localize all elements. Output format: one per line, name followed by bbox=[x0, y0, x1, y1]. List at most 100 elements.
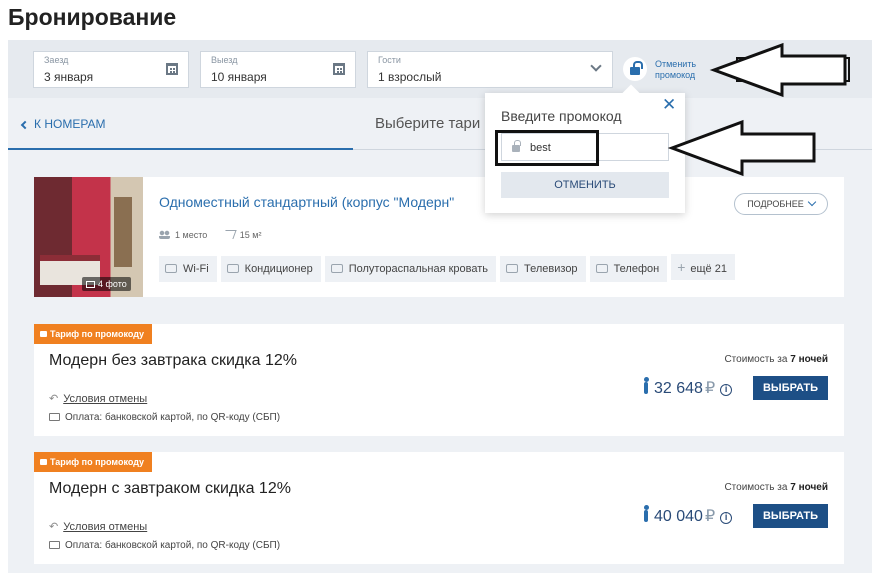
phone-icon bbox=[595, 264, 608, 273]
price: 40 040 ₽ i bbox=[643, 505, 733, 526]
payment-label: Оплата: банковской картой, по QR-коду (С… bbox=[65, 540, 281, 551]
wallet-icon bbox=[49, 413, 60, 421]
person-icon bbox=[643, 377, 649, 394]
badge-label: Тариф по промокоду bbox=[50, 329, 145, 339]
cost-label: Стоимость за 7 ночей bbox=[724, 354, 828, 365]
payment-info: Оплата: банковской картой, по QR-коду (С… bbox=[49, 540, 280, 551]
cancel-conditions-label: Условия отмены bbox=[63, 521, 148, 533]
tariff-name: Модерн без завтрака скидка 12% bbox=[49, 352, 297, 369]
room-photo[interactable]: 4 фото bbox=[34, 177, 143, 297]
promo-tariff-badge: Тариф по промокоду bbox=[34, 324, 153, 344]
air-conditioner-icon bbox=[226, 264, 239, 273]
cost-prefix: Стоимость за bbox=[724, 354, 788, 365]
select-button[interactable]: ВЫБРАТЬ bbox=[753, 504, 828, 528]
payment-info: Оплата: банковской картой, по QR-коду (С… bbox=[49, 412, 280, 423]
checkout-field[interactable]: Выезд 10 января bbox=[200, 51, 356, 88]
amenity-label: Телефон bbox=[613, 263, 660, 275]
tariff-name: Модерн с завтраком скидка 12% bbox=[49, 480, 291, 497]
tv-icon bbox=[506, 264, 519, 273]
badge-label: Тариф по промокоду bbox=[50, 457, 145, 467]
calendar-icon[interactable] bbox=[166, 63, 178, 75]
cost-label: Стоимость за 7 ночей bbox=[724, 482, 828, 493]
nights-count: 7 ночей bbox=[790, 482, 828, 493]
lock-icon bbox=[40, 459, 47, 465]
checkin-field[interactable]: Заезд 3 января bbox=[33, 51, 189, 88]
amenity-phone: Телефон bbox=[589, 256, 668, 282]
wallet-icon bbox=[49, 541, 60, 549]
room-capacity: 1 место bbox=[159, 230, 207, 240]
bed-icon bbox=[330, 264, 343, 273]
amenity-bed: Полутораспальная кровать bbox=[324, 256, 497, 282]
plus-icon: + bbox=[677, 259, 686, 275]
user-icon[interactable] bbox=[793, 62, 805, 74]
room-card: 4 фото Одноместный стандартный (корпус "… bbox=[34, 177, 844, 297]
tabs-row: К НОМЕРАМ Выберите тари bbox=[8, 98, 872, 150]
amenity-label: Полутораспальная кровать bbox=[348, 263, 489, 275]
amenity-label: Wi-Fi bbox=[183, 263, 209, 275]
page-title: Бронирование bbox=[8, 4, 177, 30]
price-value: 32 648 bbox=[654, 380, 703, 397]
photo-count-label: 4 фото bbox=[98, 279, 127, 289]
payment-label: Оплата: банковской картой, по QR-коду (С… bbox=[65, 412, 281, 423]
promo-lock-button[interactable] bbox=[623, 57, 647, 81]
cancel-promo-link[interactable]: Отменить промокод bbox=[655, 59, 715, 81]
nights-count: 7 ночей bbox=[790, 354, 828, 365]
calendar-icon[interactable] bbox=[333, 63, 345, 75]
image-icon bbox=[86, 281, 95, 288]
undo-icon: ↶ bbox=[49, 393, 59, 405]
checkin-label: Заезд bbox=[44, 55, 69, 65]
wifi-icon bbox=[165, 264, 177, 273]
room-name-link[interactable]: Одноместный стандартный (корпус "Модерн" bbox=[159, 194, 454, 210]
amenity-ac: Кондиционер bbox=[220, 256, 321, 282]
promo-input-highlight-box bbox=[495, 130, 599, 166]
guests-label: Гости bbox=[378, 55, 401, 65]
amenity-label: Кондиционер bbox=[244, 263, 313, 275]
info-icon[interactable]: i bbox=[720, 384, 733, 396]
details-button[interactable]: ПОДРОБНЕЕ bbox=[734, 193, 828, 215]
promo-tariff-badge: Тариф по промокоду bbox=[34, 452, 153, 472]
lock-icon bbox=[40, 331, 47, 337]
area-icon bbox=[222, 230, 237, 239]
tariff-card: Тариф по промокоду Модерн с завтраком ск… bbox=[34, 452, 844, 564]
cancel-conditions-link[interactable]: ↶ Условия отмены bbox=[49, 520, 147, 533]
price: 32 648 ₽ i bbox=[643, 377, 733, 398]
amenity-label: ещё 21 bbox=[690, 263, 727, 275]
cancel-conditions-label: Условия отмены bbox=[63, 393, 148, 405]
active-tab-underline bbox=[8, 148, 353, 150]
promo-cancel-button[interactable]: ОТМЕНИТЬ bbox=[501, 172, 669, 198]
person-icon bbox=[643, 505, 649, 522]
chevron-down-icon[interactable] bbox=[590, 60, 602, 72]
unlock-icon bbox=[630, 61, 643, 75]
amenity-tv: Телевизор bbox=[500, 256, 586, 282]
tariff-card: Тариф по промокоду Модерн без завтрака с… bbox=[34, 324, 844, 436]
login-button[interactable]: Войти bbox=[816, 64, 844, 75]
amenity-wifi: Wi-Fi bbox=[159, 256, 217, 282]
amenity-more[interactable]: + ещё 21 bbox=[671, 254, 735, 280]
room-area: 15 м² bbox=[222, 230, 262, 240]
chevron-left-icon bbox=[20, 120, 30, 130]
area-label: 15 м² bbox=[239, 230, 262, 240]
guests-value: 1 взрослый bbox=[378, 70, 442, 84]
photo-count-badge[interactable]: 4 фото bbox=[82, 277, 131, 291]
guests-select[interactable]: Гости 1 взрослый bbox=[367, 51, 613, 88]
people-icon bbox=[159, 230, 170, 239]
chevron-down-icon bbox=[807, 197, 817, 207]
info-icon[interactable]: i bbox=[720, 512, 733, 524]
back-to-rooms-link[interactable]: К НОМЕРАМ bbox=[20, 117, 106, 131]
currency-symbol: ₽ bbox=[704, 380, 716, 397]
cancel-conditions-link[interactable]: ↶ Условия отмены bbox=[49, 392, 147, 405]
booking-panel: Заезд 3 января Выезд 10 января Гости 1 в… bbox=[8, 40, 872, 573]
close-icon[interactable]: ✕ bbox=[662, 95, 676, 115]
currency-symbol: ₽ bbox=[704, 508, 716, 525]
checkout-value: 10 января bbox=[211, 70, 267, 84]
select-button[interactable]: ВЫБРАТЬ bbox=[753, 376, 828, 400]
back-link-label: К НОМЕРАМ bbox=[34, 117, 106, 131]
checkout-label: Выезд bbox=[211, 55, 238, 65]
undo-icon: ↶ bbox=[49, 521, 59, 533]
popup-title: Введите промокод bbox=[501, 108, 622, 124]
price-value: 40 040 bbox=[654, 508, 703, 525]
details-button-label: ПОДРОБНЕЕ bbox=[747, 199, 804, 209]
amenities-list: Wi-Fi Кондиционер Полутораспальная кровать… bbox=[159, 254, 739, 282]
search-bar: Заезд 3 января Выезд 10 января Гости 1 в… bbox=[8, 40, 872, 98]
amenity-label: Телевизор bbox=[524, 263, 578, 275]
